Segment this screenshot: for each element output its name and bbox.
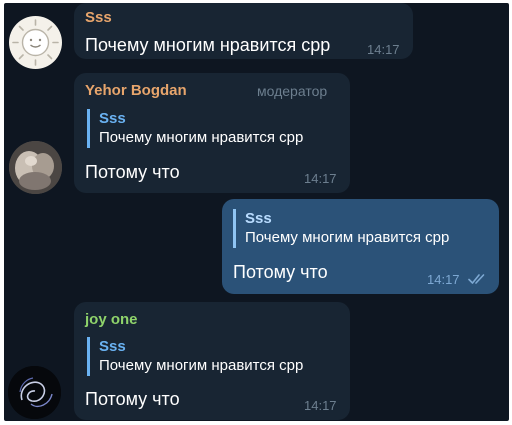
- message-time: 14:17: [304, 398, 337, 413]
- message-time: 14:17: [304, 171, 337, 186]
- sender-name[interactable]: joy one: [85, 311, 138, 328]
- message-bubble[interactable]: joy one Sss Почему многим нравится срр П…: [74, 302, 350, 420]
- reply-text: Почему многим нравится срр: [245, 229, 450, 246]
- avatar-yehor-bogdan[interactable]: [9, 141, 62, 194]
- message-bubble[interactable]: Sss Почему многим нравится срр 14:17: [74, 3, 413, 59]
- message-bubble[interactable]: Yehor Bogdan модератор Sss Почему многим…: [74, 73, 350, 193]
- role-badge: модератор: [257, 83, 328, 99]
- message-text: Потому что: [85, 162, 180, 182]
- reply-sender: Sss: [245, 210, 272, 227]
- sender-name[interactable]: Yehor Bogdan: [85, 82, 187, 99]
- chat-view: Sss Почему многим нравится срр 14:17 Yeh…: [4, 3, 509, 421]
- message-text: Почему многим нравится срр: [85, 35, 331, 55]
- avatar-sss[interactable]: [9, 16, 62, 69]
- smiling-sun-icon: [12, 19, 59, 66]
- reply-quote[interactable]: Sss Почему многим нравится срр: [87, 337, 303, 376]
- reply-text: Почему многим нравится срр: [99, 357, 304, 374]
- reply-quote[interactable]: Sss Почему многим нравится срр: [233, 209, 449, 248]
- reply-sender: Sss: [99, 110, 126, 127]
- sender-name[interactable]: Sss: [85, 9, 112, 26]
- reply-quote[interactable]: Sss Почему многим нравится срр: [87, 109, 303, 148]
- message-time: 14:17: [367, 42, 400, 57]
- photo-avatar-icon: [9, 141, 62, 194]
- outgoing-message-bubble[interactable]: Sss Почему многим нравится срр Потому чт…: [222, 199, 499, 294]
- reply-sender: Sss: [99, 338, 126, 355]
- swirl-avatar-icon: [8, 366, 61, 419]
- message-text: Потому что: [233, 262, 328, 282]
- reply-text: Почему многим нравится срр: [99, 129, 304, 146]
- message-time: 14:17: [427, 272, 460, 287]
- message-text: Потому что: [85, 389, 180, 409]
- avatar-joy-one[interactable]: [8, 366, 61, 419]
- double-check-icon: [468, 274, 485, 284]
